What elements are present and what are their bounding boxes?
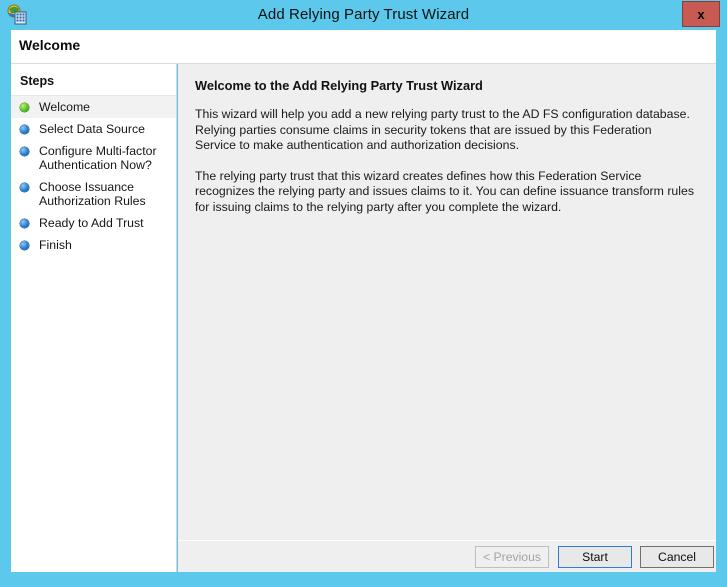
steps-heading: Steps (20, 74, 55, 88)
step-bullet-icon (20, 147, 29, 156)
step-bullet-icon (20, 241, 29, 250)
sidebar-item-configure-multi-factor-authentication[interactable]: Configure Multi-factor Authentication No… (11, 140, 176, 176)
sidebar-item-label: Select Data Source (39, 122, 145, 136)
page-header-band: Welcome (11, 30, 716, 64)
wizard-window: Add Relying Party Trust Wizard x Welcome… (0, 0, 727, 587)
cancel-button[interactable]: Cancel (640, 546, 714, 568)
step-bullet-icon (20, 125, 29, 134)
sidebar-item-ready-to-add-trust[interactable]: Ready to Add Trust (11, 212, 176, 234)
previous-button[interactable]: < Previous (475, 546, 549, 568)
content-paragraph: This wizard will help you add a new rely… (195, 107, 690, 152)
steps-sidebar: Steps Welcome Select Data Source Configu… (11, 64, 177, 572)
content-paragraph: The relying party trust that this wizard… (195, 168, 694, 214)
sidebar-item-label: Choose Issuance Authorization Rules (39, 180, 146, 208)
title-bar: Add Relying Party Trust Wizard x (0, 0, 727, 30)
page-title: Welcome (19, 37, 81, 53)
sidebar-item-label: Welcome (39, 100, 91, 114)
sidebar-item-label: Configure Multi-factor Authentication No… (39, 144, 157, 172)
content-body: Welcome to the Add Relying Party Trust W… (178, 64, 716, 541)
content-heading: Welcome to the Add Relying Party Trust W… (195, 78, 483, 93)
content-panel: Welcome to the Add Relying Party Trust W… (178, 64, 716, 572)
sidebar-item-welcome[interactable]: Welcome (11, 96, 176, 118)
step-bullet-icon (20, 219, 29, 228)
sidebar-item-label: Finish (39, 238, 72, 252)
close-button[interactable]: x (682, 1, 720, 27)
sidebar-item-select-data-source[interactable]: Select Data Source (11, 118, 176, 140)
steps-list: Welcome Select Data Source Configure Mul… (11, 96, 176, 256)
start-button[interactable]: Start (558, 546, 632, 568)
sidebar-item-label: Ready to Add Trust (39, 216, 144, 230)
wizard-body: Steps Welcome Select Data Source Configu… (11, 64, 716, 572)
window-title: Add Relying Party Trust Wizard (257, 6, 470, 23)
step-bullet-icon (20, 183, 29, 192)
button-bar: < Previous Start Cancel (178, 540, 716, 572)
step-bullet-icon (20, 103, 29, 112)
sidebar-item-choose-issuance-authorization-rules[interactable]: Choose Issuance Authorization Rules (11, 176, 176, 212)
sidebar-item-finish[interactable]: Finish (11, 234, 176, 256)
